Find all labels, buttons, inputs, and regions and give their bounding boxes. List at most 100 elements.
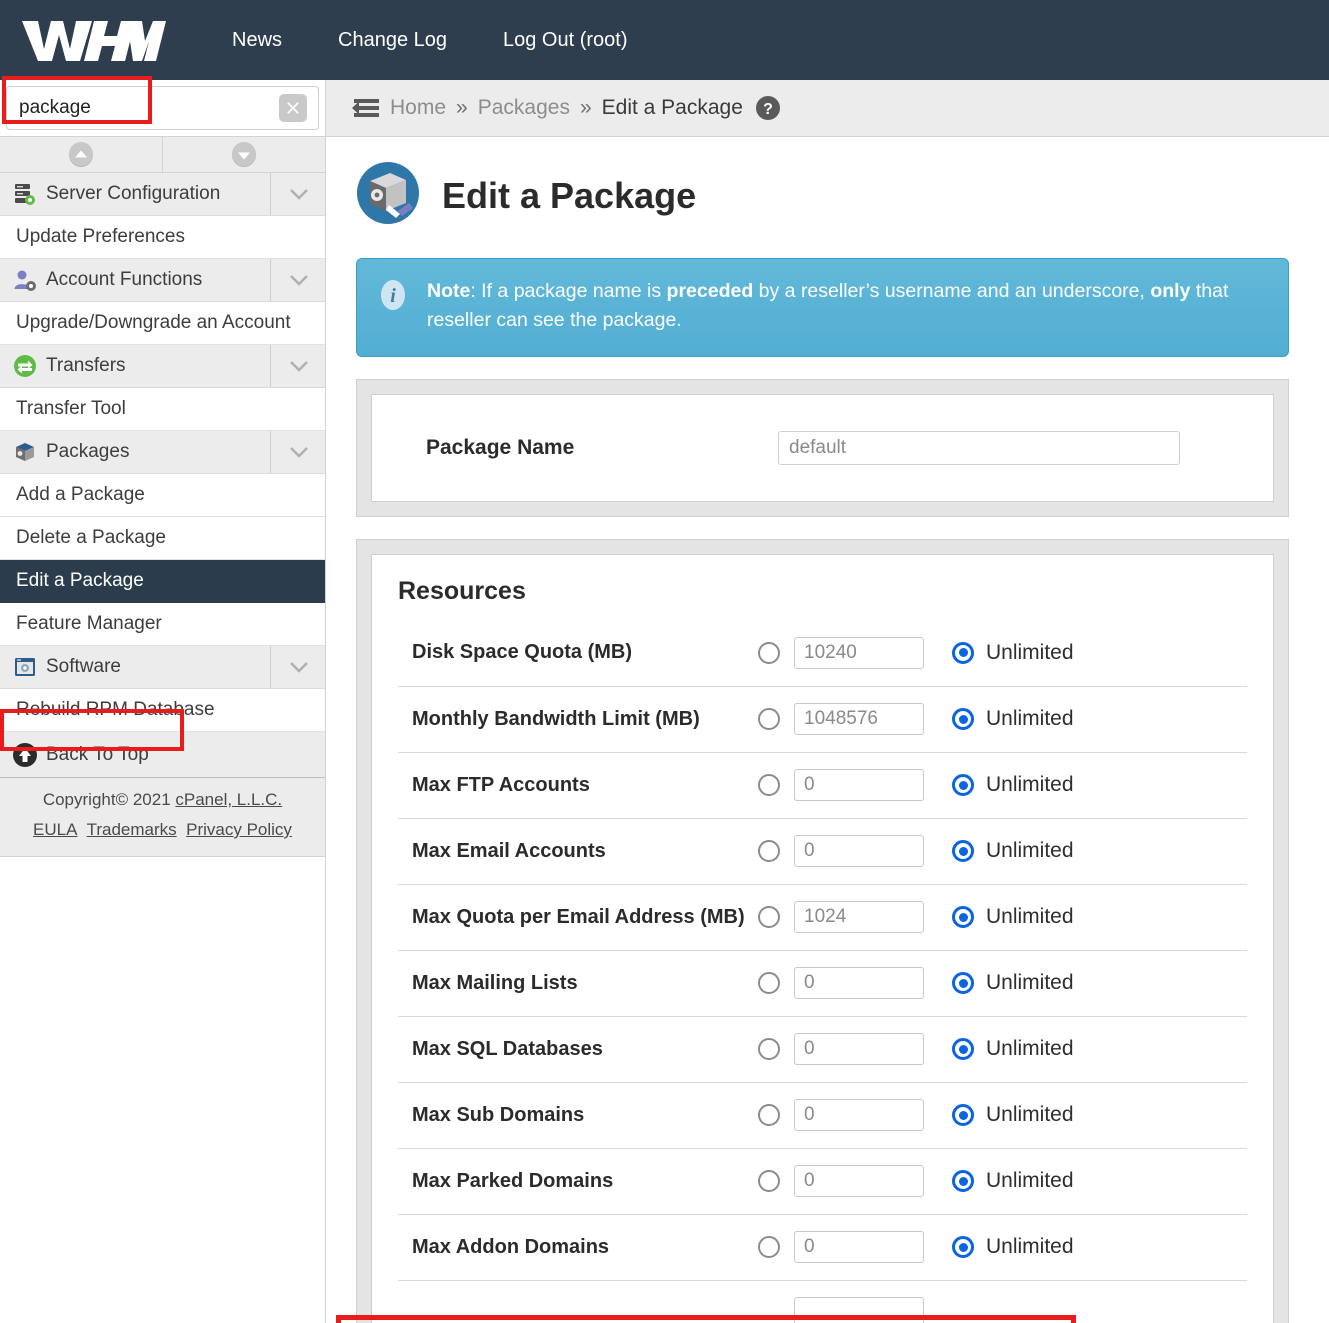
resource-value-input[interactable] [794,967,924,999]
collapse-sidebar-icon[interactable] [346,95,380,121]
resource-value-input[interactable] [794,1099,924,1131]
unlimited-option[interactable]: Unlimited [952,773,1074,797]
value-radio[interactable] [758,641,780,664]
sidebar-group-transfers[interactable]: Transfers [0,345,325,388]
sidebar-item-transfer-tool[interactable]: Transfer Tool [0,388,325,431]
unlimited-option[interactable]: Unlimited [952,641,1074,665]
unlimited-radio[interactable] [952,906,974,928]
copyright-text: Copyright© 2021 [42,790,176,809]
breadcrumb-separator-2: » [579,96,592,119]
sidebar-item-upgrade-downgrade-account[interactable]: Upgrade/Downgrade an Account [0,302,325,345]
value-radio[interactable] [758,840,780,862]
nav-news[interactable]: News [204,21,310,60]
packages-icon [4,440,46,464]
value-radio[interactable] [758,708,780,730]
back-to-top-button[interactable]: Back To Top [0,732,325,778]
resource-value-input[interactable] [794,703,924,735]
resource-controls: Unlimited [758,1033,1074,1065]
value-radio[interactable] [758,972,780,994]
software-icon [4,655,46,679]
unlimited-option[interactable]: Unlimited [952,1037,1074,1061]
sidebar: Server Configuration Update Preferences … [0,137,326,1323]
footer-links: EULA Trademarks Privacy Policy [0,820,325,840]
note-bold-lead: Note [427,280,471,302]
resource-value-input[interactable] [794,1033,924,1065]
package-name-panel-inner: Package Name [371,393,1274,502]
sidebar-group-packages[interactable]: Packages [0,431,325,474]
unlimited-option[interactable]: Unlimited [952,1169,1074,1193]
unlimited-option[interactable]: Unlimited [952,905,1074,929]
search-input[interactable] [6,86,319,130]
value-radio[interactable] [758,1170,780,1192]
unlimited-radio[interactable] [952,708,974,730]
unlimited-radio[interactable] [952,1236,974,1258]
breadcrumb-home[interactable]: Home [390,96,446,120]
resource-value-input[interactable] [794,835,924,867]
cpanel-link[interactable]: cPanel, L.L.C. [175,790,282,809]
chevron-down-icon[interactable] [270,646,309,688]
unlimited-radio[interactable] [952,1104,974,1126]
unlimited-option[interactable]: Unlimited [952,707,1074,731]
resource-row: Max Sub Domains Unlimited [398,1081,1247,1148]
package-name-input[interactable] [778,430,1180,465]
resource-controls: Unlimited [758,967,1074,999]
sidebar-group-label: Account Functions [46,269,203,290]
unlimited-label: Unlimited [986,707,1074,730]
sidebar-item-update-preferences[interactable]: Update Preferences [0,216,325,259]
whm-logo[interactable] [18,13,168,67]
chevron-down-icon[interactable] [270,345,309,387]
resource-value-input[interactable] [794,901,924,933]
sidebar-item-add-a-package[interactable]: Add a Package [0,474,325,517]
scroll-up-icon[interactable] [0,137,163,172]
eula-link[interactable]: EULA [33,820,77,839]
sidebar-group-account-functions[interactable]: Account Functions [0,259,325,302]
unlimited-radio[interactable] [952,972,974,994]
sidebar-item-label: Transfer Tool [16,398,126,419]
unlimited-radio[interactable] [952,840,974,862]
unlimited-radio[interactable] [952,1038,974,1060]
chevron-down-icon[interactable] [270,173,309,215]
resource-controls: Unlimited [758,1165,1074,1197]
unlimited-radio[interactable] [952,1170,974,1192]
chevron-down-icon[interactable] [270,431,309,473]
unlimited-option[interactable]: Unlimited [952,971,1074,995]
unlimited-option[interactable]: Unlimited [952,1103,1074,1127]
sidebar-item-feature-manager[interactable]: Feature Manager [0,603,325,646]
server-config-icon [4,182,46,206]
resource-value-input[interactable] [794,1297,924,1323]
breadcrumb-packages[interactable]: Packages [478,96,570,120]
clear-search-icon[interactable] [279,94,307,122]
resource-value-input[interactable] [794,636,924,669]
sidebar-group-label: Packages [46,441,130,462]
sidebar-item-label: Edit a Package [16,570,144,591]
value-radio[interactable] [758,906,780,928]
chevron-down-icon[interactable] [270,259,309,301]
resource-controls [758,1297,924,1323]
sidebar-item-delete-a-package[interactable]: Delete a Package [0,517,325,560]
sidebar-item-rebuild-rpm-database[interactable]: Rebuild RPM Database [0,689,325,732]
unlimited-radio[interactable] [952,641,974,664]
trademarks-link[interactable]: Trademarks [87,820,177,839]
resource-value-input[interactable] [794,1231,924,1263]
value-radio[interactable] [758,1038,780,1060]
scroll-down-icon[interactable] [163,137,325,172]
unlimited-option[interactable]: Unlimited [952,839,1074,863]
help-question-icon[interactable]: ? [755,95,781,121]
nav-change-log[interactable]: Change Log [310,21,475,60]
resource-value-input[interactable] [794,769,924,801]
resource-value-input[interactable] [794,1165,924,1197]
nav-log-out[interactable]: Log Out (root) [475,21,656,60]
sidebar-search-container [0,76,326,136]
sidebar-group-server-configuration[interactable]: Server Configuration [0,173,325,216]
value-radio[interactable] [758,1236,780,1258]
unlimited-option[interactable]: Unlimited [952,1235,1074,1259]
value-radio[interactable] [758,1104,780,1126]
resource-row: Max Quota per Email Address (MB) Unlimite… [398,883,1247,950]
sidebar-item-edit-a-package[interactable]: Edit a Package [0,560,325,603]
value-radio[interactable] [758,774,780,796]
resource-row: Max FTP Accounts Unlimited [398,751,1247,818]
unlimited-radio[interactable] [952,774,974,796]
privacy-policy-link[interactable]: Privacy Policy [186,820,292,839]
sidebar-group-software[interactable]: Software [0,646,325,689]
resource-row: Max Email Accounts Unlimited [398,817,1247,884]
